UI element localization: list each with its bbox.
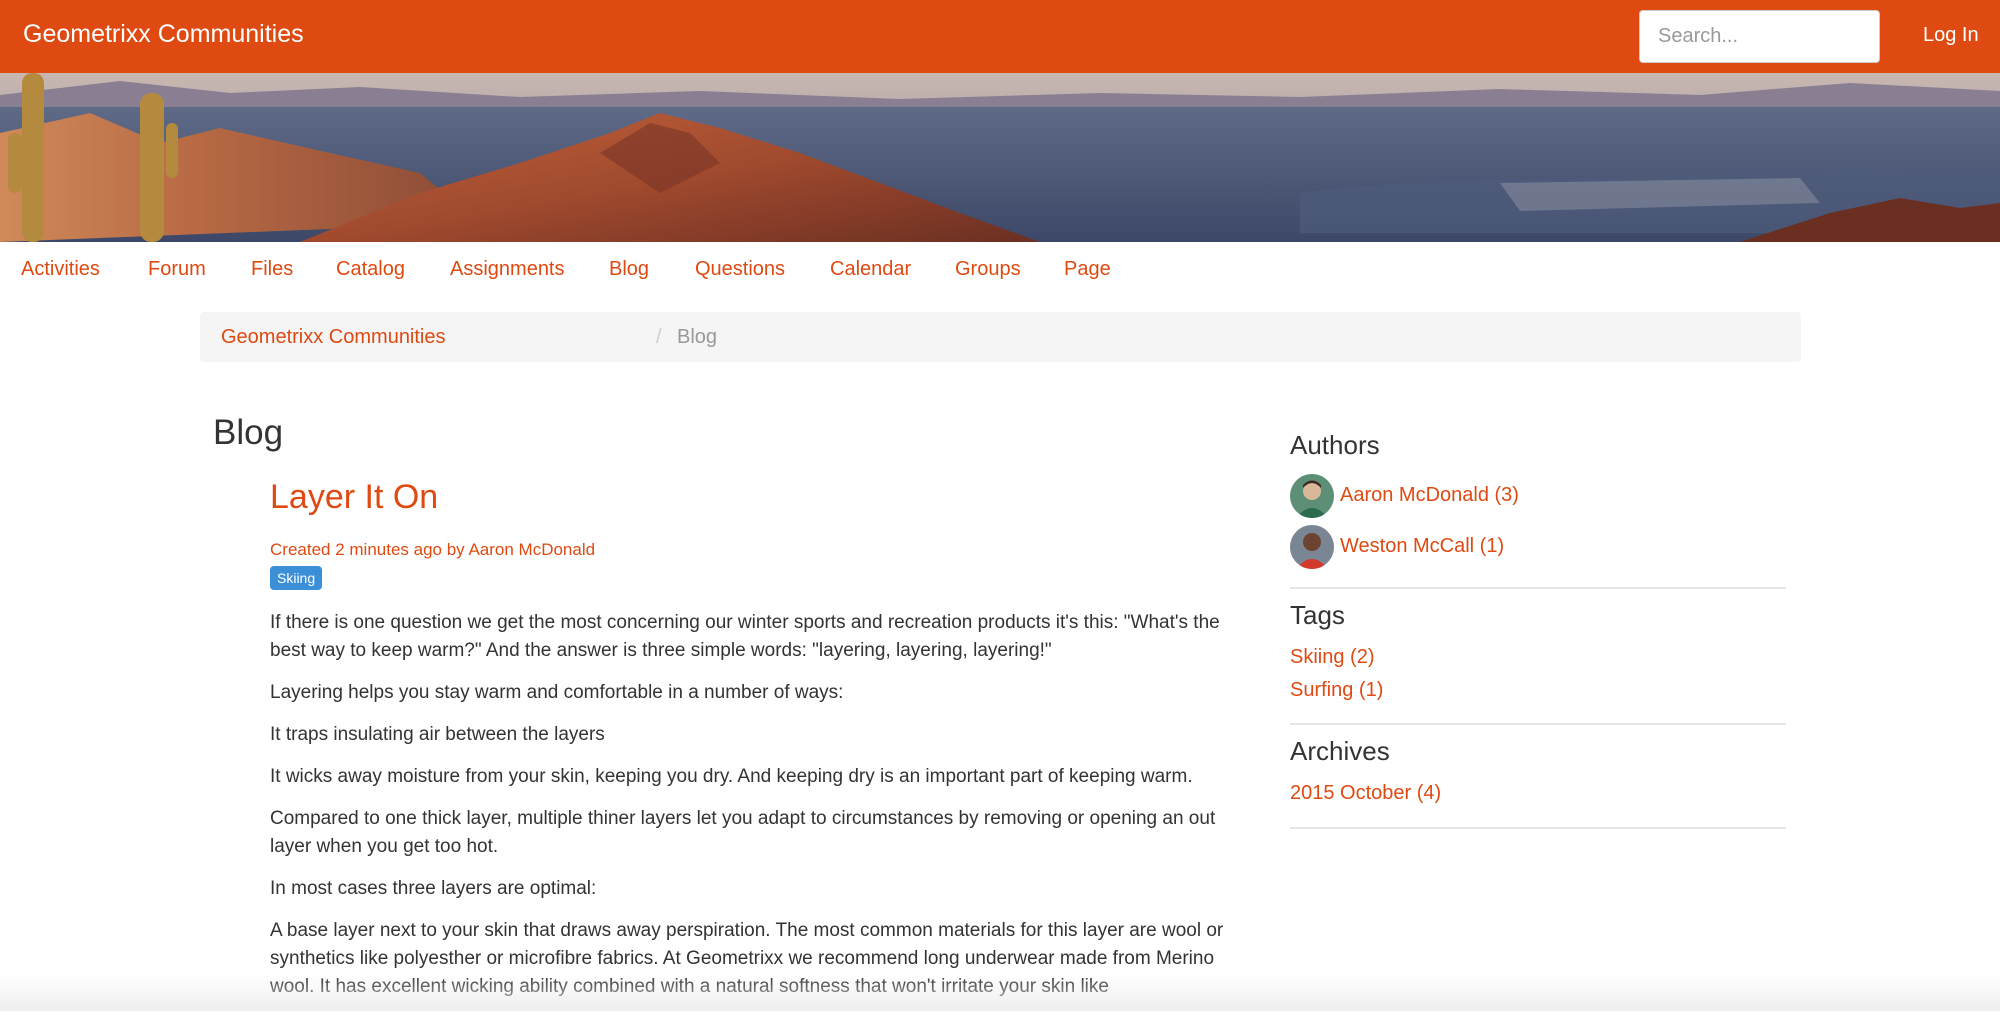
nav-item-questions[interactable]: Questions [695, 258, 785, 281]
archives-heading: Archives [1290, 736, 1390, 766]
author-link-aaron[interactable]: Aaron McDonald (3) [1340, 484, 1519, 507]
breadcrumb-separator: / [656, 326, 662, 348]
sidebar-divider [1290, 723, 1786, 725]
post-paragraph: Compared to one thick layer, multiple th… [270, 808, 1216, 857]
nav-item-page[interactable]: Page [1064, 258, 1111, 281]
breadcrumb-current: Blog [677, 326, 718, 348]
nav-item-files[interactable]: Files [251, 258, 293, 281]
nav-item-assignments[interactable]: Assignments [450, 258, 565, 281]
search-input[interactable] [1639, 10, 1880, 63]
breadcrumb: Geometrixx Communities / Blog [200, 312, 1801, 362]
post-paragraph: Layering helps you stay warm and comfort… [270, 682, 844, 703]
post-title-link[interactable]: Layer It On [270, 478, 438, 517]
nav-item-forum[interactable]: Forum [148, 258, 206, 281]
tag-link-skiing[interactable]: Skiing (2) [1290, 646, 1374, 669]
authors-heading: Authors [1290, 430, 1380, 460]
page-title: Blog [213, 413, 284, 452]
post-body: If there is one question we get the most… [270, 609, 1237, 1015]
post-paragraph: It traps insulating air between the laye… [270, 724, 605, 745]
post-paragraph: If there is one question we get the most… [270, 612, 1220, 661]
section-nav: Activities Forum Files Catalog Assignmen… [0, 242, 2000, 298]
breadcrumb-home-link[interactable]: Geometrixx Communities [221, 326, 446, 349]
nav-item-calendar[interactable]: Calendar [830, 258, 911, 281]
header-banner-image [0, 73, 2000, 242]
login-link[interactable]: Log In [1923, 24, 1979, 47]
nav-item-blog[interactable]: Blog [609, 258, 649, 281]
avatar-weston-icon[interactable] [1290, 525, 1334, 569]
archive-link-2015-october[interactable]: 2015 October (4) [1290, 782, 1441, 805]
top-navbar: Geometrixx Communities Log In [0, 0, 2000, 73]
author-link-weston[interactable]: Weston McCall (1) [1340, 535, 1504, 558]
nav-item-activities[interactable]: Activities [21, 258, 100, 281]
tag-link-surfing[interactable]: Surfing (1) [1290, 679, 1383, 702]
tags-heading: Tags [1290, 600, 1345, 630]
sidebar-divider [1290, 587, 1786, 589]
post-paragraph: In most cases three layers are optimal: [270, 878, 597, 899]
nav-item-groups[interactable]: Groups [955, 258, 1021, 281]
viewport-bottom-shadow [0, 975, 2000, 1011]
brand-link[interactable]: Geometrixx Communities [23, 20, 304, 49]
avatar-aaron-icon[interactable] [1290, 474, 1334, 518]
sidebar-divider [1290, 827, 1786, 829]
post-meta: Created 2 minutes ago by Aaron McDonald [270, 540, 596, 559]
post-tag-badge[interactable]: Skiing [270, 566, 323, 590]
post-paragraph: It wicks away moisture from your skin, k… [270, 766, 1193, 787]
nav-item-catalog[interactable]: Catalog [336, 258, 405, 281]
